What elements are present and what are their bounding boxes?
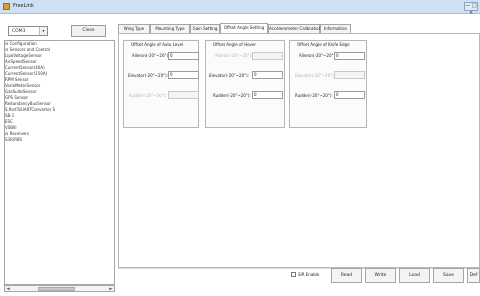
horizontal-scrollbar[interactable]: ◄ ► [4, 285, 115, 292]
port-select[interactable]: COM3 ▾ [8, 26, 48, 36]
write-button[interactable]: Write [365, 268, 396, 283]
tab-offset-angle-setting[interactable]: Offset Angle Setting [220, 23, 268, 33]
tab-accelerometer-calibration[interactable]: Accelerometer Calibration [268, 24, 321, 33]
row-label: Elevator(-20°~20°): [209, 73, 250, 78]
tab-information[interactable]: Information [320, 24, 351, 33]
chevron-down-icon[interactable]: ▾ [39, 27, 47, 35]
app-icon [3, 3, 10, 10]
auto-level-elevator-input[interactable]: 0 [168, 71, 199, 79]
load-button[interactable]: Load [399, 268, 430, 283]
auto-level-rudder-input [168, 91, 199, 99]
tree-item-s3r-r8s[interactable]: S3R/R8S [5, 137, 114, 143]
row-label: Aileron(-20°~20°): [299, 53, 337, 58]
knife-edge-elevator-input [334, 71, 365, 79]
tab-wing-type[interactable]: Wing Type [118, 24, 150, 33]
app-title: FreeLink [13, 3, 34, 9]
default-button[interactable]: Def [467, 268, 480, 283]
tab-gain-setting[interactable]: Gain Setting [190, 24, 220, 33]
scroll-right-icon[interactable]: ► [109, 286, 113, 292]
auto-level-aileron-input[interactable]: 0 [168, 52, 199, 60]
sir-enable-label: SIR Enable [298, 272, 320, 277]
port-value: COM3 [12, 29, 26, 34]
device-tree[interactable]: ⊟ Configuration ⊟ Sensors and Control Li… [4, 40, 115, 285]
sir-enable-checkbox[interactable] [291, 272, 296, 277]
read-button[interactable]: Read [331, 268, 362, 283]
hover-aileron-input [252, 52, 283, 60]
row-label: Rudder(-20°~20°): [213, 93, 251, 98]
hover-elevator-input[interactable]: 0 [252, 71, 283, 79]
row-label: Elevator(-20°~20°): [295, 73, 336, 78]
row-label: Rudder(-20°~20°): [295, 93, 333, 98]
group-title: Offset Angle of Hover [212, 42, 257, 47]
close-button[interactable]: Close [71, 25, 106, 37]
scroll-left-icon[interactable]: ◄ [6, 286, 10, 292]
scroll-thumb[interactable] [38, 287, 75, 291]
hover-rudder-input[interactable]: 0 [252, 91, 283, 99]
row-label: Rudder(-20°~20°): [129, 93, 167, 98]
group-hover: Offset Angle of Hover Aileron(-20°~20°):… [205, 40, 285, 128]
group-title: Offset Angle of Auto Level [130, 42, 185, 47]
save-button[interactable]: Save [433, 268, 464, 283]
group-title: Offset Angle of Knife Edge [296, 42, 351, 47]
group-auto-level: Offset Angle of Auto Level Aileron(-20°~… [123, 40, 199, 128]
window-controls[interactable]: — □ × [464, 2, 478, 16]
title-bar: FreeLink — □ × [0, 0, 480, 16]
row-label: Aileron(-20°~20°): [215, 53, 253, 58]
row-label: Elevator(-20°~20°): [128, 73, 169, 78]
group-knife-edge: Offset Angle of Knife Edge Aileron(-20°~… [289, 40, 367, 128]
row-label: Aileron(-20°~20°): [132, 53, 170, 58]
knife-edge-rudder-input[interactable]: 0 [334, 91, 365, 99]
knife-edge-aileron-input[interactable]: 0 [334, 52, 365, 60]
tab-mounting-type[interactable]: Mounting Type [150, 24, 190, 33]
